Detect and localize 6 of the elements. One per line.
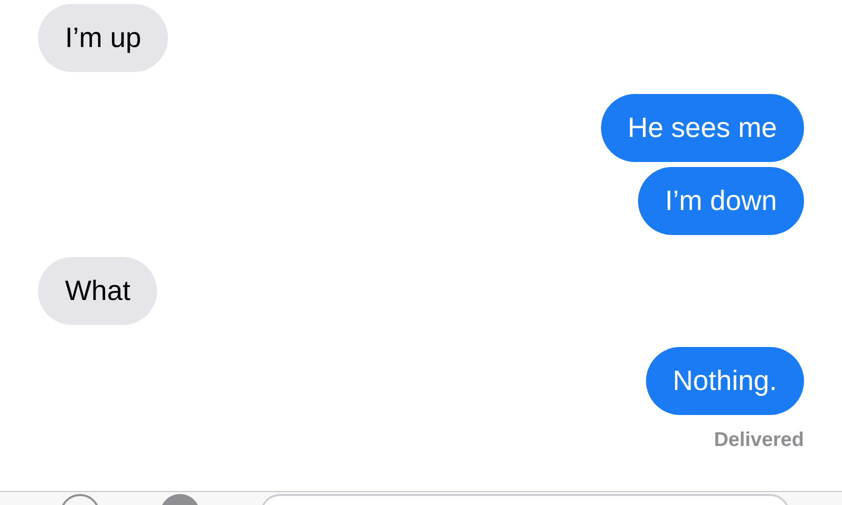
sent-message-bubble: I’m down: [638, 167, 804, 235]
received-message-bubble: What: [38, 257, 158, 325]
delivered-status: Delivered: [714, 428, 804, 453]
sent-message-bubble: Nothing.: [646, 347, 804, 415]
received-message-bubble: I’m up: [38, 4, 168, 72]
sent-message-bubble: He sees me: [600, 94, 804, 162]
